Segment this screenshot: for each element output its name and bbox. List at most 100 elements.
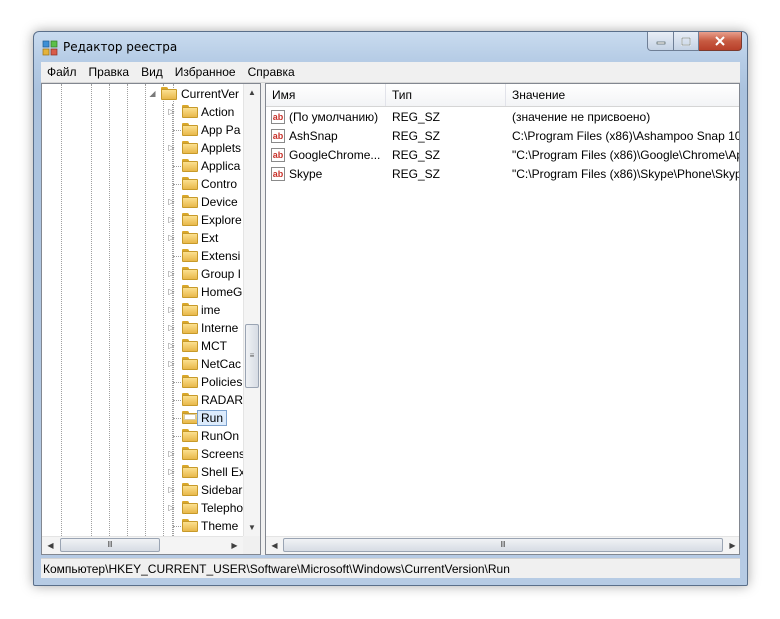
expand-arrow-icon[interactable]: ▷: [167, 323, 176, 332]
tree-item-label: Theme: [201, 519, 239, 533]
tree-horizontal-scrollbar[interactable]: ◀ Ⅲ ▶: [42, 536, 243, 554]
tree-item-label: Interne: [201, 321, 239, 335]
expand-arrow-icon[interactable]: ▷: [167, 503, 176, 512]
scroll-left-arrow-icon[interactable]: ◀: [42, 537, 59, 554]
tree-rows: ◢ CurrentVer ▷ Action App Pa ▷ Applets Applic…: [42, 84, 245, 536]
maximize-button[interactable]: [674, 32, 699, 51]
tree-item[interactable]: ▷ Shell Ex: [42, 463, 245, 481]
folder-icon: [182, 159, 198, 172]
scroll-right-arrow-icon[interactable]: ▶: [724, 537, 739, 554]
expand-arrow-icon[interactable]: ▷: [167, 305, 176, 314]
value-row[interactable]: ab (По умолчанию) REG_SZ (значение не присв…: [266, 108, 739, 127]
value-row[interactable]: ab Skype REG_SZ "C:\Program Files (x86)\Sky…: [266, 165, 739, 184]
registry-editor-icon: [42, 40, 58, 56]
tree-item-label: Applets: [201, 141, 242, 155]
expand-arrow-icon[interactable]: ▷: [167, 197, 176, 206]
list-horizontal-scrollbar[interactable]: ◀ Ⅲ ▶: [266, 536, 739, 554]
folder-icon: [182, 501, 198, 514]
expand-arrow-icon[interactable]: ▷: [167, 359, 176, 368]
tree-item[interactable]: ▷ Telepho: [42, 499, 245, 517]
value-type: REG_SZ: [392, 167, 441, 181]
menu-help[interactable]: Справка: [242, 62, 301, 82]
tree-item-currentversion[interactable]: ◢ CurrentVer: [42, 85, 245, 103]
folder-icon: [182, 393, 198, 406]
close-button[interactable]: [699, 32, 742, 51]
value-data: "C:\Program Files (x86)\Google\Chrome\Ap: [512, 148, 740, 162]
tree-item[interactable]: Contro: [42, 175, 245, 193]
column-header-name[interactable]: Имя: [266, 84, 386, 106]
status-bar: Компьютер\HKEY_CURRENT_USER\Software\Mic…: [41, 558, 740, 578]
scrollbar-corner: [243, 536, 260, 554]
tree-item[interactable]: RunOn: [42, 427, 245, 445]
tree-item[interactable]: ▷ ime: [42, 301, 245, 319]
tree-item[interactable]: ▷ Ext: [42, 229, 245, 247]
tree-item-label: App Pa: [201, 123, 241, 137]
collapse-arrow-icon[interactable]: ◢: [148, 89, 157, 98]
values-list[interactable]: Имя Тип Значение ab (По умолчанию) REG_SZ (…: [265, 83, 740, 555]
tree-item[interactable]: ▷ MCT: [42, 337, 245, 355]
minimize-button[interactable]: [647, 32, 674, 51]
tree-item[interactable]: ▷ NetCac: [42, 355, 245, 373]
tree-item[interactable]: Policies: [42, 373, 245, 391]
expand-arrow-icon[interactable]: ▷: [167, 449, 176, 458]
folder-icon: [182, 267, 198, 280]
scroll-thumb[interactable]: Ⅲ: [60, 538, 160, 552]
scroll-left-arrow-icon[interactable]: ◀: [266, 537, 283, 554]
tree-item-label: Shell Ex: [201, 465, 245, 479]
expand-arrow-icon[interactable]: ▷: [167, 107, 176, 116]
value-row[interactable]: ab GoogleChrome... REG_SZ "C:\Program Files…: [266, 146, 740, 165]
tree-vertical-scrollbar[interactable]: ▲ ≡ ▼: [243, 84, 260, 536]
tree-item[interactable]: ▷ Action: [42, 103, 245, 121]
string-value-icon: ab: [271, 148, 285, 162]
column-header-value[interactable]: Значение: [506, 84, 739, 106]
folder-icon: [182, 321, 198, 334]
tree-item-label: Contro: [201, 177, 238, 191]
value-name: GoogleChrome...: [289, 148, 381, 162]
key-tree[interactable]: ◢ CurrentVer ▷ Action App Pa ▷ Applets Applic…: [41, 83, 261, 555]
expand-arrow-icon[interactable]: ▷: [167, 341, 176, 350]
expand-arrow-icon[interactable]: ▷: [167, 143, 176, 152]
folder-icon: [182, 231, 198, 244]
tree-item[interactable]: App Pa: [42, 121, 245, 139]
menu-edit[interactable]: Правка: [83, 62, 136, 82]
menu-favorites[interactable]: Избранное: [169, 62, 242, 82]
column-header-type[interactable]: Тип: [386, 84, 506, 106]
scroll-thumb[interactable]: ≡: [245, 324, 259, 388]
menu-view[interactable]: Вид: [135, 62, 169, 82]
tree-item[interactable]: ▷ Device: [42, 193, 245, 211]
expand-arrow-icon[interactable]: ▷: [167, 269, 176, 278]
tree-item[interactable]: Applica: [42, 157, 245, 175]
value-row[interactable]: ab AshSnap REG_SZ C:\Program Files (x86)\As…: [266, 127, 739, 146]
list-header: Имя Тип Значение: [266, 84, 739, 107]
folder-icon: [182, 465, 198, 478]
tree-item[interactable]: Theme: [42, 517, 245, 535]
expand-arrow-icon[interactable]: ▷: [167, 485, 176, 494]
expand-arrow-icon[interactable]: ▷: [167, 215, 176, 224]
registry-editor-window: Редактор реестра Файл Правка Вид Избранн…: [33, 31, 748, 586]
tree-item-label: Device: [201, 195, 238, 209]
scroll-down-arrow-icon[interactable]: ▼: [244, 519, 260, 536]
tree-item[interactable]: ▷ Sidebar: [42, 481, 245, 499]
tree-item-label: RunOn: [201, 429, 240, 443]
tree-item-label: Screens: [201, 447, 245, 461]
expand-arrow-icon[interactable]: ▷: [167, 233, 176, 242]
tree-item[interactable]: Run: [42, 409, 245, 427]
folder-icon: [182, 141, 198, 154]
scroll-up-arrow-icon[interactable]: ▲: [244, 84, 260, 101]
tree-item[interactable]: ▷ Interne: [42, 319, 245, 337]
scroll-right-arrow-icon[interactable]: ▶: [226, 537, 243, 554]
tree-item[interactable]: ▷ Explore: [42, 211, 245, 229]
tree-item[interactable]: RADAR: [42, 391, 245, 409]
expand-arrow-icon[interactable]: ▷: [167, 287, 176, 296]
tree-item[interactable]: ▷ HomeG: [42, 283, 245, 301]
tree-item[interactable]: ▷ Screens: [42, 445, 245, 463]
scroll-thumb[interactable]: Ⅲ: [283, 538, 723, 552]
tree-item[interactable]: ▷ Applets: [42, 139, 245, 157]
tree-item[interactable]: ▷ Group I: [42, 265, 245, 283]
folder-icon: [182, 177, 198, 190]
folder-icon: [182, 195, 198, 208]
menu-file[interactable]: Файл: [41, 62, 83, 82]
title-bar[interactable]: Редактор реестра: [34, 32, 747, 62]
expand-arrow-icon[interactable]: ▷: [167, 467, 176, 476]
tree-item[interactable]: Extensi: [42, 247, 245, 265]
